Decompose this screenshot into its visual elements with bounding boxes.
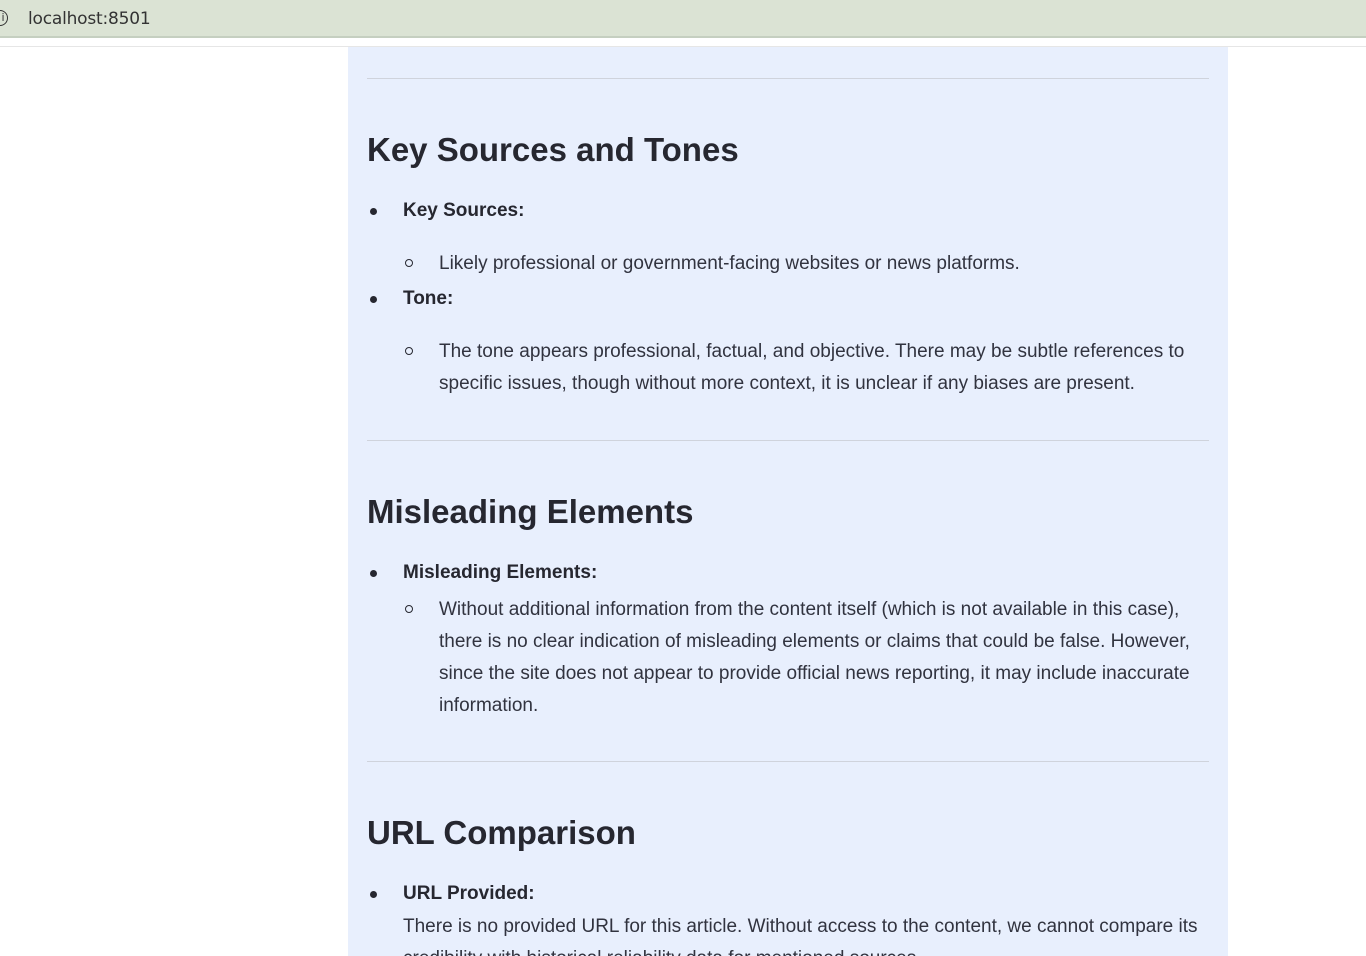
address-bar[interactable]: i localhost:8501	[0, 0, 1366, 38]
divider	[367, 761, 1209, 762]
sub-bullet	[405, 259, 413, 267]
url-text[interactable]: localhost:8501	[28, 9, 151, 29]
sub-bullet	[405, 605, 413, 613]
key-sources-label: Key Sources:	[403, 200, 525, 221]
bullet	[370, 208, 377, 215]
section-heading-sources: Key Sources and Tones	[367, 131, 739, 168]
url-comparison-text: There is no provided URL for this articl…	[403, 916, 1198, 956]
main-content: Key Sources and Tones Key Sources: Likel…	[348, 47, 1228, 956]
tone-label: Tone:	[403, 288, 454, 309]
section-heading-url-comparison: URL Comparison	[367, 814, 636, 851]
url-provided-label: URL Provided:	[403, 883, 535, 904]
bullet	[370, 570, 377, 577]
divider	[367, 78, 1209, 79]
misleading-label: Misleading Elements:	[403, 562, 598, 583]
tone-text: The tone appears professional, factual, …	[439, 341, 1185, 394]
sub-bullet	[405, 347, 413, 355]
toolbar-separator	[0, 38, 1366, 47]
divider	[367, 440, 1209, 441]
bullet	[370, 891, 377, 898]
bullet	[370, 296, 377, 303]
misleading-text: Without additional information from the …	[439, 599, 1190, 716]
key-sources-text: Likely professional or government-facing…	[439, 253, 1020, 274]
section-heading-misleading: Misleading Elements	[367, 493, 694, 530]
info-icon[interactable]: i	[0, 10, 8, 26]
